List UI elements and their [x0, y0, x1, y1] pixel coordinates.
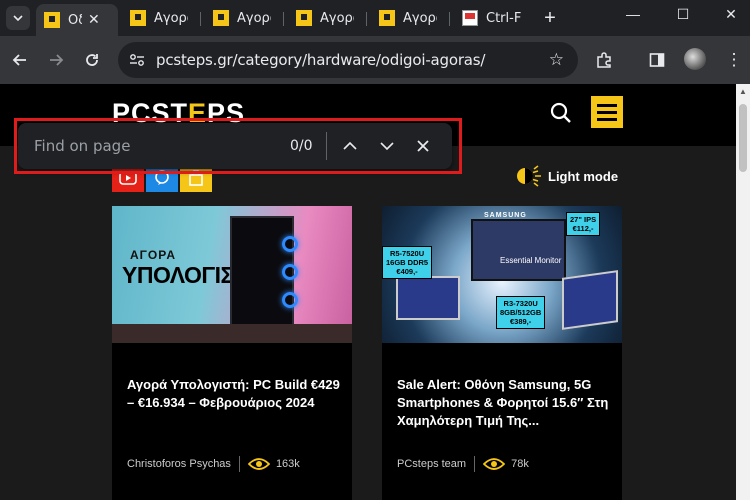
article-card[interactable]: ΑΓΟΡΑ ΥΠΟΛΟΓΙΣΤΗ Αγορά Υπολογιστή: PC Bu… — [112, 206, 352, 500]
chevron-up-icon — [343, 141, 357, 150]
fan-light — [282, 292, 298, 308]
pcsteps-favicon-icon — [44, 12, 60, 28]
desk-surface — [112, 324, 352, 343]
chevron-down-icon — [13, 15, 23, 22]
price-tag: R3-7320U 8GB/512GB €389,- — [496, 296, 546, 329]
find-next-button[interactable] — [375, 134, 399, 158]
page-favicon-icon — [462, 10, 478, 26]
thumbnail-text: ΑΓΟΡΑ — [130, 248, 176, 262]
laptop-image — [562, 270, 618, 330]
monitor-caption: Essential Monitor — [500, 256, 562, 265]
article-author[interactable]: Christoforos Psychas — [127, 458, 231, 470]
tab-label: Αγορά — [403, 10, 437, 26]
site-info-icon[interactable] — [126, 49, 148, 71]
meta-divider — [474, 456, 476, 472]
tab-label: Αγορά — [154, 10, 188, 26]
tab-label: Αγορά — [320, 10, 354, 26]
find-input[interactable] — [34, 135, 274, 157]
find-match-count: 0/0 — [290, 138, 313, 154]
pcsteps-favicon-icon — [296, 10, 312, 26]
brand-text: SAMSUNG — [484, 212, 527, 219]
tab-divider — [283, 12, 284, 26]
back-arrow-icon[interactable] — [8, 48, 32, 72]
sun-moon-icon — [517, 165, 541, 187]
extensions-puzzle-icon[interactable] — [592, 48, 616, 72]
hamburger-menu-button[interactable] — [591, 96, 623, 128]
monitor-image — [471, 219, 566, 281]
fan-light — [282, 264, 298, 280]
profile-avatar[interactable] — [684, 48, 706, 70]
eye-icon — [247, 458, 270, 470]
find-bar: 0/0 — [18, 123, 452, 169]
scrollbar-thumb[interactable] — [739, 104, 747, 172]
find-previous-button[interactable] — [338, 134, 362, 158]
price-tag: R5-7520U 16GB DDR5 €409,- — [382, 246, 433, 279]
tab-divider — [366, 12, 367, 26]
tab-divider — [200, 12, 201, 26]
article-title[interactable]: Sale Alert: Οθόνη Samsung, 5G Smartphone… — [397, 376, 612, 430]
tab-label: Οδ — [68, 12, 82, 28]
browser-toolbar: pcsteps.gr/category/hardware/odigoi-agor… — [0, 36, 750, 84]
article-meta: PCsteps team 78k — [397, 456, 529, 472]
close-icon — [417, 140, 429, 152]
close-tab-icon[interactable]: ✕ — [88, 12, 100, 28]
light-mode-label: Light mode — [548, 168, 619, 184]
article-author[interactable]: PCsteps team — [397, 458, 466, 470]
fan-light — [282, 236, 298, 252]
maximize-icon[interactable]: ☐ — [668, 6, 698, 23]
price-tag: 27" IPS €112,- — [566, 212, 601, 236]
article-title[interactable]: Αγορά Υπολογιστή: PC Build €429 – €16.93… — [127, 376, 342, 412]
tab-odigoi[interactable]: Οδ ✕ — [36, 4, 118, 36]
tab-agora-1[interactable]: Αγορά — [122, 4, 198, 32]
eye-icon — [483, 458, 506, 470]
new-tab-button[interactable]: + — [538, 6, 562, 30]
tab-agora-2[interactable]: Αγορά — [205, 4, 281, 32]
tab-divider — [449, 12, 450, 26]
reload-icon[interactable] — [80, 48, 104, 72]
find-divider — [326, 132, 327, 160]
find-close-button[interactable] — [411, 134, 435, 158]
forward-arrow-icon[interactable] — [44, 48, 68, 72]
tab-strip: Οδ ✕ Αγορά Αγορά Αγορά Αγορά Ctrl-F + — … — [0, 0, 750, 36]
laptop-image — [396, 276, 460, 320]
meta-divider — [238, 456, 240, 472]
tab-label: Ctrl-F — [486, 10, 522, 26]
pcsteps-favicon-icon — [130, 10, 146, 26]
tab-agora-4[interactable]: Αγορά — [371, 4, 447, 32]
chat-bubble-icon — [155, 170, 169, 185]
search-icon[interactable] — [550, 102, 572, 124]
tab-ctrl-f[interactable]: Ctrl-F — [454, 4, 530, 32]
youtube-icon — [119, 171, 137, 185]
view-count: 163k — [275, 458, 300, 470]
tab-search-button[interactable] — [6, 6, 30, 30]
tab-label: Αγορά — [237, 10, 271, 26]
more-menu-icon[interactable]: ⋮ — [722, 48, 746, 72]
pcsteps-favicon-icon — [213, 10, 229, 26]
minimize-icon[interactable]: — — [618, 6, 648, 22]
bookmark-star-icon[interactable]: ☆ — [549, 50, 564, 70]
shopping-bag-icon — [189, 170, 203, 186]
address-bar[interactable]: pcsteps.gr/category/hardware/odigoi-agor… — [118, 42, 578, 78]
article-thumbnail[interactable]: ΑΓΟΡΑ ΥΠΟΛΟΓΙΣΤΗ — [112, 206, 352, 343]
chevron-down-icon — [380, 142, 394, 151]
article-thumbnail[interactable]: SAMSUNG Essential Monitor 27" IPS €112,-… — [382, 206, 622, 343]
url-text[interactable]: pcsteps.gr/category/hardware/odigoi-agor… — [156, 51, 485, 69]
article-card[interactable]: SAMSUNG Essential Monitor 27" IPS €112,-… — [382, 206, 622, 500]
light-mode-toggle[interactable]: Light mode — [514, 164, 618, 188]
article-meta: Christoforos Psychas 163k — [127, 456, 300, 472]
pcsteps-favicon-icon — [379, 10, 395, 26]
close-window-icon[interactable]: ✕ — [716, 6, 746, 23]
view-count: 78k — [511, 458, 529, 470]
tab-agora-3[interactable]: Αγορά — [288, 4, 364, 32]
scroll-up-arrow-icon[interactable]: ▲ — [739, 87, 747, 96]
side-panel-icon[interactable] — [645, 48, 669, 72]
